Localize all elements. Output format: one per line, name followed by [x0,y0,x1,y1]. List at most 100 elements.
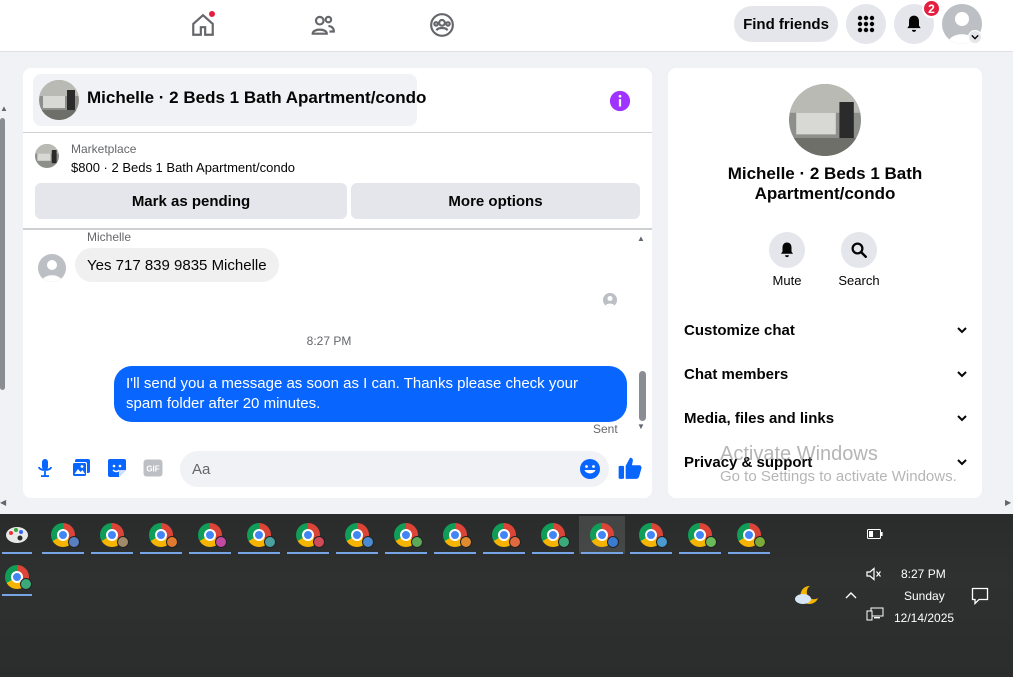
notifications-badge: 2 [922,0,941,18]
taskbar-chrome-13[interactable] [628,516,674,554]
page-scroll-right-icon[interactable]: ▶ [1005,498,1011,507]
taskbar-chrome-6[interactable] [285,516,331,554]
marketplace-listing-thumbnail [35,144,59,168]
activate-windows-hint: Go to Settings to activate Windows. [720,468,957,485]
sticker-icon[interactable] [106,457,128,479]
profile-badge-icon [166,536,178,548]
messages-scroll-up-icon[interactable]: ▲ [637,234,645,243]
search-button[interactable] [841,232,877,268]
chat-title: Michelle · 2 Beds 1 Bath Apartment/condo [87,88,427,107]
message-timestamp: 8:27 PM [306,334,352,348]
taskbar-chrome-14[interactable] [677,516,723,554]
profile-badge-icon [754,536,766,548]
taskbar-chrome-15[interactable] [726,516,772,554]
chat-panel: Michelle · 2 Beds 1 Bath Apartment/condo… [23,68,652,498]
volume-muted-icon[interactable] [866,567,882,581]
taskbar-running-indicator [630,552,672,554]
taskbar-chrome-2[interactable] [89,516,135,554]
taskbar-running-indicator [532,552,574,554]
messages-scroll-down-icon[interactable]: ▼ [637,422,645,431]
find-friends-button[interactable]: Find friends [734,6,838,42]
groups-icon[interactable] [427,10,457,40]
profile-badge-icon [607,536,619,548]
profile-badge-icon [656,536,668,548]
clock-day[interactable]: Sunday [904,589,945,603]
mute-label: Mute [772,273,802,288]
svg-text:GIF: GIF [146,465,159,474]
taskbar-chrome-7[interactable] [334,516,380,554]
search-label: Search [838,273,880,288]
divider [23,132,652,133]
taskbar-chrome-1[interactable] [40,516,86,554]
page-scrollbar-thumb[interactable] [0,118,5,390]
taskbar-running-indicator [581,552,623,554]
taskbar-running-indicator [2,594,32,596]
taskbar-chrome-11[interactable] [530,516,576,554]
taskbar-chrome-12[interactable] [579,516,625,554]
taskbar-running-indicator [434,552,476,554]
bell-icon [781,242,793,258]
media-files-links-section[interactable]: Media, files and links [684,406,968,430]
info-title: Michelle · 2 Beds 1 Bath Apartment/condo [727,164,923,203]
messages-scrollbar-thumb[interactable] [639,371,646,421]
message-input[interactable] [180,451,609,487]
windows-taskbar: 8:27 PM Sunday 12/14/2025 [0,514,1013,677]
taskbar-chrome-10[interactable] [481,516,527,554]
profile-badge-icon [558,536,570,548]
top-navigation-bar: Find friends 2 [0,0,1013,52]
battery-icon[interactable] [867,529,883,539]
more-options-button[interactable]: More options [351,183,640,219]
chevron-down-icon [957,415,967,422]
chat-header[interactable]: Michelle · 2 Beds 1 Bath Apartment/condo [33,74,426,126]
show-hidden-icons-chevron-up-icon[interactable] [844,590,858,600]
profile-badge-icon [460,536,472,548]
taskbar-running-indicator [483,552,525,554]
incoming-message-bubble[interactable]: Yes 717 839 9835 Michelle [75,248,279,282]
taskbar-chrome-16[interactable] [0,558,34,596]
marketplace-listing-link[interactable]: $800 · 2 Beds 1 Bath Apartment/condo [71,160,295,175]
profile-badge-icon [313,536,325,548]
photo-icon[interactable] [70,457,92,479]
home-icon[interactable] [188,10,218,40]
chevron-down-icon [957,327,967,334]
gif-icon[interactable]: GIF [142,457,164,479]
marketplace-label: Marketplace [71,142,137,156]
customize-chat-section[interactable]: Customize chat [684,318,968,342]
outgoing-message-bubble[interactable]: I'll send you a message as soon as I can… [114,366,627,422]
page-scroll-left-icon[interactable]: ◀ [0,498,6,507]
account-chevron-down-icon[interactable] [968,30,982,44]
taskbar-running-indicator [679,552,721,554]
notifications-button[interactable]: 2 [894,0,941,44]
clock-date[interactable]: 12/14/2025 [894,611,954,625]
thumbs-up-icon[interactable] [617,455,643,481]
profile-badge-icon [705,536,717,548]
microphone-icon[interactable] [34,457,56,479]
taskbar-chrome-4[interactable] [187,516,233,554]
chat-members-section[interactable]: Chat members [684,362,968,386]
profile-badge-icon [362,536,374,548]
network-icon[interactable] [866,607,884,621]
taskbar-app-paint[interactable] [0,516,34,554]
profile-badge-icon [215,536,227,548]
emoji-icon[interactable] [579,458,601,480]
palette-icon [6,527,28,543]
mark-as-pending-button[interactable]: Mark as pending [35,183,347,219]
weather-moon-cloud-icon[interactable] [794,584,820,608]
menu-button[interactable] [846,4,886,44]
friends-icon[interactable] [308,10,338,40]
taskbar-chrome-9[interactable] [432,516,478,554]
taskbar-chrome-5[interactable] [236,516,282,554]
page-scroll-up-icon[interactable]: ▲ [0,104,8,113]
chevron-down-icon [957,371,967,378]
profile-badge-icon [20,578,32,590]
clock-time[interactable]: 8:27 PM [901,567,946,581]
profile-badge-icon [117,536,129,548]
seen-indicator-avatar [603,293,617,307]
info-icon[interactable] [609,90,631,112]
taskbar-chrome-3[interactable] [138,516,184,554]
taskbar-running-indicator [287,552,329,554]
action-center-icon[interactable] [971,587,989,605]
mute-button[interactable] [769,232,805,268]
taskbar-chrome-8[interactable] [383,516,429,554]
message-status: Sent [593,422,618,436]
